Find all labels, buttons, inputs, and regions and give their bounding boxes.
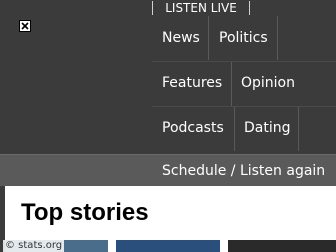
close-icon (21, 22, 29, 30)
nav-item-features[interactable]: Features (162, 73, 222, 93)
nav-item-dating[interactable]: Dating (244, 118, 291, 138)
nav-item-opinion[interactable]: Opinion (241, 73, 295, 93)
nav-divider (231, 62, 232, 106)
nav-divider (298, 107, 299, 151)
story-thumbnail[interactable] (228, 240, 336, 252)
schedule-listen-again-link[interactable]: Schedule / Listen again (162, 161, 325, 181)
nav-item-news[interactable]: News (162, 28, 200, 48)
listen-live-link[interactable]: LISTEN LIVE (152, 1, 250, 15)
nav-row-divider (152, 106, 336, 107)
watermark-text: © stats.org (3, 240, 65, 252)
nav-row-divider (152, 61, 336, 62)
story-thumbnail[interactable] (116, 240, 220, 252)
section-title: Top stories (21, 199, 149, 226)
nav-item-politics[interactable]: Politics (219, 28, 268, 48)
nav-divider (277, 16, 278, 60)
nav-divider (208, 16, 209, 60)
nav-item-podcasts[interactable]: Podcasts (162, 118, 224, 138)
close-button[interactable] (19, 20, 31, 32)
nav-divider (234, 107, 235, 151)
